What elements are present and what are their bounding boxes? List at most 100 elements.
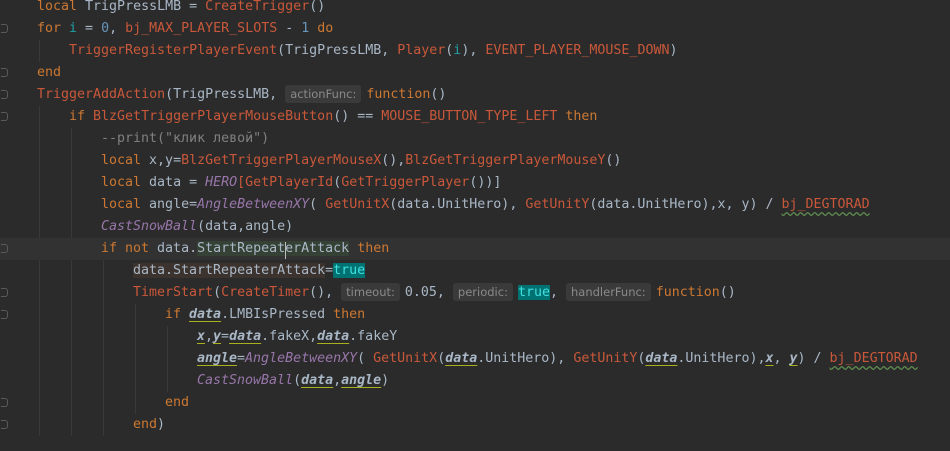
code-token: = [325, 263, 334, 278]
code-token: local [101, 153, 150, 168]
code-text: if BlzGetTriggerPlayerMouseButton() == M… [69, 106, 597, 128]
code-line[interactable]: end) [0, 414, 950, 436]
code-text: if data.LMBIsPressed then [165, 304, 365, 326]
gutter [0, 128, 14, 150]
code-token: bj_DEGTORAD [829, 351, 918, 366]
code-token: true [333, 263, 366, 278]
code-line[interactable]: TimerStart(CreateTimer(), timeout: 0.05, … [0, 282, 950, 304]
code-token: , [549, 285, 566, 300]
code-token: y [789, 351, 798, 366]
code-token: ( [309, 197, 326, 212]
code-text: for i = 0, bj_MAX_PLAYER_SLOTS - 1 do [37, 18, 333, 40]
code-token: if [69, 109, 94, 124]
code-line[interactable]: if data.LMBIsPressed then [0, 304, 950, 326]
code-token: end [165, 395, 190, 410]
code-token: --print("клик левой") [101, 131, 270, 146]
fold-marker-icon[interactable] [1, 90, 8, 99]
code-token: TriggerRegisterPlayerEvent [69, 43, 278, 58]
code-token: = [221, 329, 230, 344]
code-text: CastSnowBall(data,angle) [101, 216, 293, 238]
code-editor[interactable]: local TrigPressLMB = CreateTrigger() for … [0, 0, 950, 436]
code-token: end [37, 65, 62, 80]
code-token: StartRepeaterAttack [197, 241, 350, 256]
gutter [0, 62, 14, 84]
code-token: data = [149, 175, 206, 190]
fold-marker-icon[interactable] [1, 112, 8, 121]
code-token: ), [461, 43, 486, 58]
code-text: TriggerAddAction(TrigPressLMB, actionFun… [37, 84, 446, 106]
code-token: , [436, 285, 453, 300]
code-token: BlzGetTriggerPlayerMouseX [181, 153, 382, 168]
code-line[interactable]: if BlzGetTriggerPlayerMouseButton() == M… [0, 106, 950, 128]
code-token: then [349, 241, 390, 256]
code-text: x,y=data.fakeX,data.fakeY [197, 326, 397, 348]
code-token: TrigPressLMB = [77, 0, 206, 14]
code-text: local angle=AngleBetweenXY( GetUnitX(dat… [101, 194, 870, 216]
code-text: --print("клик левой") [101, 128, 269, 150]
code-token: , [109, 21, 126, 36]
code-token: , [773, 351, 790, 366]
code-token: if [165, 307, 190, 322]
code-line[interactable]: end [0, 62, 950, 84]
code-token: angle [197, 351, 238, 366]
code-token: i [69, 21, 78, 36]
gutter [0, 194, 14, 216]
gutter [0, 40, 14, 62]
code-token: (data,angle) [197, 219, 294, 234]
parameter-hint: timeout: [341, 283, 400, 301]
code-token: local [101, 197, 150, 212]
code-token: HERO [205, 175, 238, 190]
code-token: ) [381, 373, 390, 388]
fold-marker-icon[interactable] [1, 310, 8, 319]
code-token: GetTriggerPlayer [341, 175, 470, 190]
gutter [0, 216, 14, 238]
code-token: then [325, 307, 366, 322]
fold-marker-icon[interactable] [1, 420, 8, 429]
code-token: .UnitHero), [677, 351, 766, 366]
code-line[interactable]: local data = HERO[GetPlayerId(GetTrigger… [0, 172, 950, 194]
code-line[interactable]: --print("клик левой") [0, 128, 950, 150]
fold-marker-icon[interactable] [1, 24, 8, 33]
code-line[interactable]: local TrigPressLMB = CreateTrigger() [0, 0, 950, 18]
code-text: angle=AngleBetweenXY( GetUnitX(data.Unit… [197, 348, 918, 370]
code-line[interactable]: if not data.StartRepeaterAttack then [0, 238, 950, 260]
code-line[interactable]: end [0, 392, 950, 414]
code-token: - [277, 21, 302, 36]
code-line[interactable]: local angle=AngleBetweenXY( GetUnitX(dat… [0, 194, 950, 216]
code-text: TimerStart(CreateTimer(), timeout: 0.05, … [133, 282, 736, 304]
fold-marker-icon[interactable] [1, 288, 8, 297]
code-token: 0 [101, 21, 110, 36]
code-text: end [37, 62, 61, 84]
text-cursor [285, 242, 286, 259]
code-token: true [517, 285, 550, 300]
fold-marker-icon[interactable] [1, 68, 8, 77]
code-text: local TrigPressLMB = CreateTrigger() [37, 0, 325, 18]
code-token: data [301, 373, 334, 388]
code-token: data [445, 351, 478, 366]
code-token: EVENT_PLAYER_MOUSE_DOWN [485, 43, 670, 58]
code-line[interactable]: for i = 0, bj_MAX_PLAYER_SLOTS - 1 do [0, 18, 950, 40]
code-token: (TrigPressLMB, [165, 87, 286, 102]
fold-marker-icon[interactable] [1, 244, 8, 253]
code-line[interactable]: x,y=data.fakeX,data.fakeY [0, 326, 950, 348]
code-text: end [165, 392, 189, 414]
code-line[interactable]: angle=AngleBetweenXY( GetUnitX(data.Unit… [0, 348, 950, 370]
code-token: bj_DEGTORAD [781, 197, 870, 212]
code-token: data [317, 329, 350, 344]
code-text: TriggerRegisterPlayerEvent(TrigPressLMB,… [69, 40, 677, 62]
code-token: ( [437, 351, 446, 366]
code-token: ) / [797, 351, 830, 366]
code-line[interactable]: CastSnowBall(data,angle) [0, 370, 950, 392]
code-line[interactable]: CastSnowBall(data,angle) [0, 216, 950, 238]
code-line[interactable]: data.StartRepeaterAttack=true [0, 260, 950, 282]
code-token: .fakeY [349, 329, 398, 344]
gutter [0, 260, 14, 282]
code-line[interactable]: local x,y=BlzGetTriggerPlayerMouseX(),Bl… [0, 150, 950, 172]
code-token: ())] [469, 175, 502, 190]
code-token: TimerStart [133, 285, 214, 300]
fold-marker-icon[interactable] [1, 398, 8, 407]
gutter [0, 84, 14, 106]
code-token: angle= [149, 197, 198, 212]
code-line[interactable]: TriggerAddAction(TrigPressLMB, actionFun… [0, 84, 950, 106]
code-line[interactable]: TriggerRegisterPlayerEvent(TrigPressLMB,… [0, 40, 950, 62]
